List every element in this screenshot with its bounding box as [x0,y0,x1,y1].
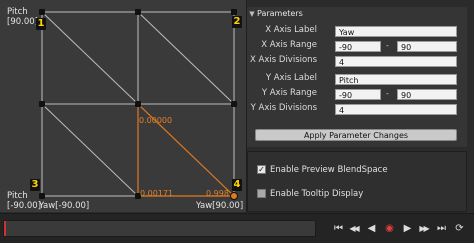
range-separator: - [386,41,389,50]
enable-tooltip-checkbox[interactable] [257,189,266,198]
y-axis-divisions-input[interactable]: 4 [335,104,457,115]
blendspace-editor: Pitch [90.00] Pitch [-90.00] Yaw[-90.00]… [0,0,474,243]
y-axis-min-label: [-90.00] [7,201,42,211]
x-axis-min-label: Yaw[-90.00] [39,201,90,211]
sample-point[interactable] [231,101,237,107]
y-axis-label-bottom: Pitch [7,191,28,201]
sample-weight-label: 0.00171 [140,189,174,198]
x-axis-range-min-input[interactable]: -90 [335,41,381,52]
parameters-panel: ▼ Parameters X Axis Label Yaw X Axis Rang… [247,7,467,147]
y-axis-range-caption: Y Axis Range [261,88,317,98]
range-separator: - [386,89,389,98]
sample-point[interactable] [135,101,141,107]
skip-to-end-icon[interactable]: ⏭ [435,222,448,236]
y-axis-label-input[interactable]: Pitch [335,74,457,85]
y-axis-range-max-input[interactable]: 90 [397,89,457,100]
playhead-marker[interactable] [4,221,6,236]
blendspace-grid-panel[interactable]: Pitch [90.00] Pitch [-90.00] Yaw[-90.00]… [0,0,247,212]
parameters-header[interactable]: ▼ Parameters [247,7,467,21]
skip-to-start-icon[interactable]: ⏮ [332,222,345,236]
timeline-scrubber[interactable] [3,220,316,237]
play-reverse-icon[interactable]: ◀ [365,222,378,236]
y-axis-range-min-input[interactable]: -90 [335,89,381,100]
loop-icon[interactable]: ⟳ [453,222,466,236]
enable-preview-label: Enable Preview BlendSpace [270,165,388,175]
play-icon[interactable]: ▶ [401,222,414,236]
corner-badge-4: 4 [232,179,242,191]
enable-tooltip-display-option[interactable]: Enable Tooltip Display [257,188,363,200]
preview-cursor[interactable] [230,192,238,200]
parameters-title: Parameters [257,9,303,18]
sample-weight-label: 0.998 [206,189,229,198]
preview-options-panel: ✓ Enable Preview BlendSpace Enable Toolti… [247,151,467,212]
triangulation-edge [137,11,235,105]
sample-point[interactable] [39,193,45,199]
sample-point[interactable] [39,9,45,15]
x-axis-range-caption: X Axis Range [261,40,317,50]
record-icon[interactable]: ◉ [383,222,396,236]
x-axis-divisions-input[interactable]: 4 [335,56,457,67]
x-axis-label-caption: X Axis Label [265,25,317,35]
x-axis-divisions-caption: X Axis Divisions [250,55,317,65]
triangulation-edge [41,103,139,197]
y-axis-divisions-caption: Y Axis Divisions [250,103,317,113]
sample-point[interactable] [231,9,237,15]
corner-badge-1: 1 [36,18,46,30]
sample-weight-label: 0.00000 [139,116,173,125]
step-forward-icon[interactable]: ▶▶ [417,222,430,236]
enable-preview-blendspace-option[interactable]: ✓ Enable Preview BlendSpace [257,164,388,176]
enable-preview-checkbox[interactable]: ✓ [257,165,266,174]
collapse-arrow-icon[interactable]: ▼ [247,7,257,21]
apply-parameter-changes-button[interactable]: Apply Parameter Changes [255,129,457,141]
step-back-icon[interactable]: ◀◀ [347,222,360,236]
timeline-bar: ⏮ ◀◀ ◀ ◉ ▶ ▶▶ ⏭ ⟳ [0,213,474,243]
sample-point[interactable] [135,9,141,15]
y-axis-max-label: [90.00] [7,17,38,27]
x-axis-max-label: Yaw[90.00] [196,201,244,211]
x-axis-range-max-input[interactable]: 90 [397,41,457,52]
y-axis-label-top: Pitch [7,7,28,17]
y-axis-label-caption: Y Axis Label [265,73,317,83]
corner-badge-2: 2 [232,16,242,28]
enable-tooltip-label: Enable Tooltip Display [270,189,364,199]
x-axis-label-input[interactable]: Yaw [335,26,457,37]
sample-point[interactable] [39,101,45,107]
triangulation-edge [41,11,139,105]
corner-badge-3: 3 [30,179,40,191]
